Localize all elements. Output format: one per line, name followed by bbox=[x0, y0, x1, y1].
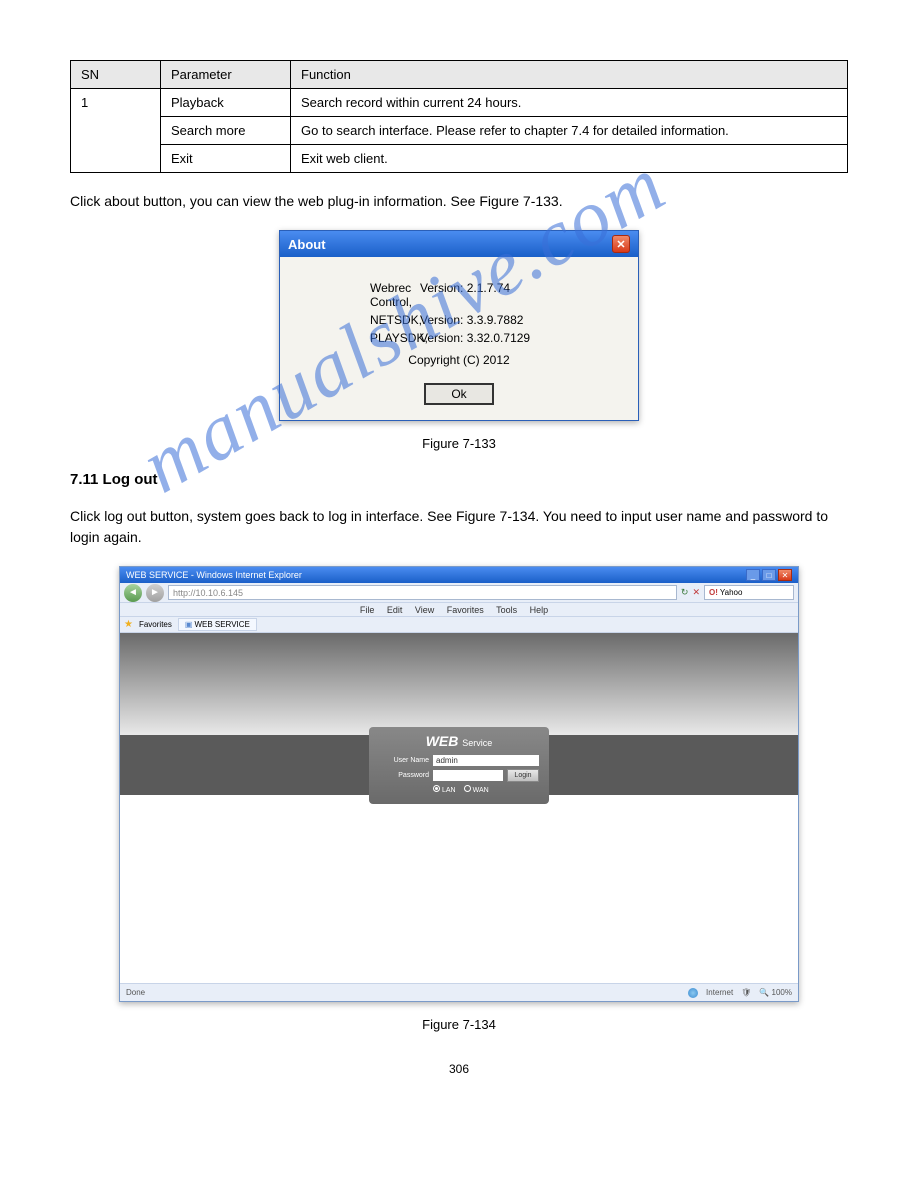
browser-window: WEB SERVICE - Windows Internet Explorer … bbox=[119, 566, 799, 1002]
stop-icon[interactable]: ✕ bbox=[692, 587, 700, 598]
cell: Go to search interface. Please refer to … bbox=[291, 117, 848, 145]
favorites-label[interactable]: Favorites bbox=[139, 620, 172, 629]
radio-lan[interactable]: LAN bbox=[433, 785, 456, 794]
password-label: Password bbox=[379, 772, 429, 779]
favorites-star-icon[interactable]: ★ bbox=[124, 619, 133, 630]
maximize-icon[interactable]: □ bbox=[762, 569, 776, 581]
cell: 1 bbox=[71, 89, 161, 173]
window-title: WEB SERVICE - Windows Internet Explorer bbox=[126, 570, 302, 580]
forward-icon[interactable]: ► bbox=[146, 584, 164, 602]
login-panel: WEB Service User Name admin Password Log… bbox=[369, 727, 549, 804]
login-button[interactable]: Login bbox=[507, 769, 539, 782]
protected-mode-icon: 🛡 bbox=[741, 988, 751, 997]
refresh-icon[interactable]: ↻ bbox=[681, 587, 689, 598]
copyright: Copyright (C) 2012 bbox=[310, 353, 608, 367]
window-titlebar: WEB SERVICE - Windows Internet Explorer … bbox=[120, 567, 798, 583]
about-value: Version: 3.3.9.7882 bbox=[420, 313, 523, 327]
table-row: Exit Exit web client. bbox=[71, 145, 848, 173]
about-value: Version: 2.1.7.74 bbox=[420, 281, 510, 309]
minimize-icon[interactable]: _ bbox=[746, 569, 760, 581]
radio-wan[interactable]: WAN bbox=[464, 785, 489, 794]
page-number: 306 bbox=[70, 1062, 848, 1076]
cell: Search record within current 24 hours. bbox=[291, 89, 848, 117]
zoom-label[interactable]: 🔍 100% bbox=[759, 988, 792, 997]
menu-edit[interactable]: Edit bbox=[387, 605, 403, 615]
page-icon: ▣ bbox=[185, 620, 193, 629]
username-label: User Name bbox=[379, 757, 429, 764]
table-row: 1 Playback Search record within current … bbox=[71, 89, 848, 117]
browser-toolbar: ◄ ► http://10.10.6.145 ↻ ✕ O!Yahoo bbox=[120, 583, 798, 603]
th-sn: SN bbox=[71, 61, 161, 89]
page-content: WEB Service User Name admin Password Log… bbox=[120, 633, 798, 983]
brand-logo: WEB Service bbox=[379, 733, 539, 749]
password-input[interactable] bbox=[433, 770, 503, 781]
cell: Playback bbox=[161, 89, 291, 117]
address-bar[interactable]: http://10.10.6.145 bbox=[168, 585, 677, 600]
th-func: Function bbox=[291, 61, 848, 89]
internet-zone-icon bbox=[688, 988, 698, 998]
parameter-table: SN Parameter Function 1 Playback Search … bbox=[70, 60, 848, 173]
about-label: NETSDK, bbox=[310, 313, 420, 327]
cell: Exit web client. bbox=[291, 145, 848, 173]
ok-button[interactable]: Ok bbox=[424, 383, 494, 405]
about-dialog: About ✕ Webrec Control,Version: 2.1.7.74… bbox=[279, 230, 639, 421]
about-value: Version: 3.32.0.7129 bbox=[420, 331, 530, 345]
browser-tabbar: ★ Favorites ▣WEB SERVICE bbox=[120, 617, 798, 633]
menu-help[interactable]: Help bbox=[530, 605, 549, 615]
menu-view[interactable]: View bbox=[415, 605, 434, 615]
back-icon[interactable]: ◄ bbox=[124, 584, 142, 602]
browser-menu: File Edit View Favorites Tools Help bbox=[120, 603, 798, 617]
paragraph: Click about button, you can view the web… bbox=[70, 191, 848, 212]
menu-favorites[interactable]: Favorites bbox=[447, 605, 484, 615]
dialog-titlebar: About ✕ bbox=[280, 231, 638, 257]
table-row: Search more Go to search interface. Plea… bbox=[71, 117, 848, 145]
status-bar: Done Internet 🛡 🔍 100% bbox=[120, 983, 798, 1001]
dialog-title: About bbox=[288, 237, 326, 252]
paragraph: Click log out button, system goes back t… bbox=[70, 506, 848, 548]
cell: Search more bbox=[161, 117, 291, 145]
about-label: PLAYSDK, bbox=[310, 331, 420, 345]
cell: Exit bbox=[161, 145, 291, 173]
section-heading: 7.11 Log out bbox=[70, 471, 848, 488]
about-label: Webrec Control, bbox=[310, 281, 420, 309]
th-param: Parameter bbox=[161, 61, 291, 89]
figure-caption: Figure 7-134 bbox=[70, 1017, 848, 1032]
close-icon[interactable]: ✕ bbox=[612, 235, 630, 253]
status-done: Done bbox=[126, 988, 145, 997]
menu-tools[interactable]: Tools bbox=[496, 605, 517, 615]
menu-file[interactable]: File bbox=[360, 605, 375, 615]
close-icon[interactable]: ✕ bbox=[778, 569, 792, 581]
username-input[interactable]: admin bbox=[433, 755, 539, 766]
browser-tab[interactable]: ▣WEB SERVICE bbox=[178, 618, 257, 631]
status-zone: Internet bbox=[706, 988, 733, 997]
search-box[interactable]: O!Yahoo bbox=[704, 585, 794, 600]
figure-caption: Figure 7-133 bbox=[70, 436, 848, 451]
